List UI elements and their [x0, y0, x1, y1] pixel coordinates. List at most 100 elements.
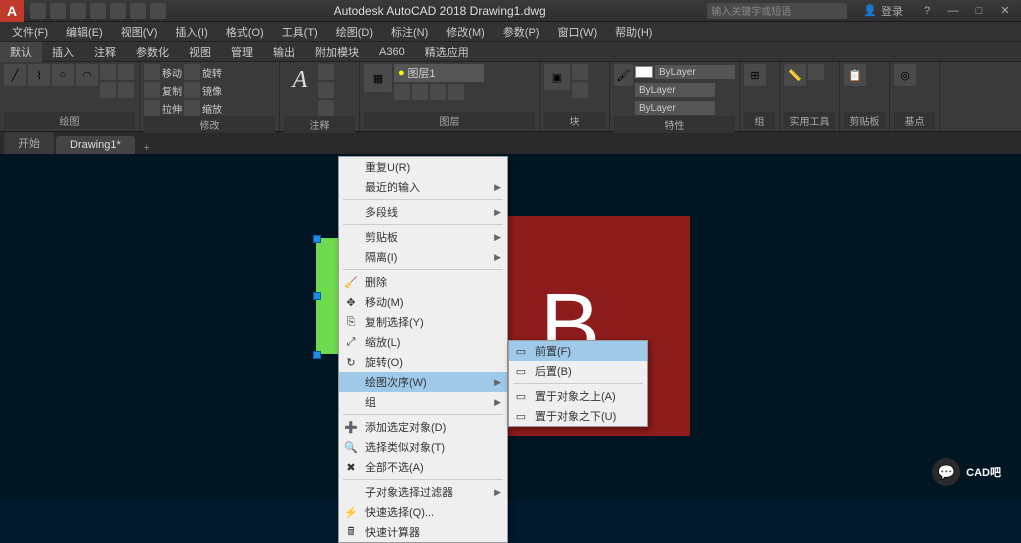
ctx-clipboard[interactable]: 剪贴板▶ — [339, 227, 507, 247]
layer-match-icon[interactable] — [448, 84, 464, 100]
group-icon[interactable]: ⊞ — [744, 64, 766, 86]
layer-freeze-icon[interactable] — [412, 84, 428, 100]
hatch-icon[interactable] — [100, 82, 116, 98]
ctx-quickcalc[interactable]: 🖩快速计算器 — [339, 522, 507, 542]
doc-tab-drawing1[interactable]: Drawing1* — [56, 136, 135, 154]
menu-format[interactable]: 格式(O) — [218, 22, 272, 42]
rotate-icon[interactable] — [184, 64, 200, 80]
menu-parametric[interactable]: 参数(P) — [495, 22, 548, 42]
close-icon[interactable]: ✕ — [993, 3, 1017, 19]
login-area[interactable]: 👤 登录 — [855, 3, 911, 19]
copy-icon[interactable] — [144, 82, 160, 98]
menu-insert[interactable]: 插入(I) — [167, 22, 215, 42]
spline-icon[interactable] — [118, 82, 134, 98]
layer-properties-icon[interactable]: ▦ — [364, 64, 392, 92]
line-icon[interactable]: ╱ — [4, 64, 26, 86]
grip-bl[interactable] — [313, 351, 321, 359]
save-icon[interactable] — [70, 3, 86, 19]
ctx-move[interactable]: ✥移动(M) — [339, 292, 507, 312]
saveas-icon[interactable] — [90, 3, 106, 19]
linetype-dropdown[interactable]: ByLayer — [635, 101, 715, 115]
sub-under[interactable]: ▭置于对象之下(U) — [509, 406, 647, 426]
color-dropdown[interactable]: ByLayer — [655, 65, 735, 79]
ctx-subfilter[interactable]: 子对象选择过滤器▶ — [339, 482, 507, 502]
leader-icon[interactable] — [318, 82, 334, 98]
menu-view[interactable]: 视图(V) — [113, 22, 166, 42]
dimension-icon[interactable] — [318, 64, 334, 80]
measure-icon[interactable]: 📏 — [784, 64, 806, 86]
menu-window[interactable]: 窗口(W) — [549, 22, 605, 42]
paste-icon[interactable]: 📋 — [844, 64, 866, 86]
table-icon[interactable] — [318, 100, 334, 116]
menu-file[interactable]: 文件(F) — [4, 22, 56, 42]
ribbon-tab-annotate[interactable]: 注释 — [84, 42, 126, 62]
move-icon[interactable] — [144, 64, 160, 80]
lineweight-dropdown[interactable]: ByLayer — [635, 83, 715, 97]
sub-back[interactable]: ▭后置(B) — [509, 361, 647, 381]
sub-front[interactable]: ▭前置(F) — [509, 341, 647, 361]
ctx-erase[interactable]: 🧹删除 — [339, 272, 507, 292]
ctx-addsel[interactable]: ➕添加选定对象(D) — [339, 417, 507, 437]
ctx-group[interactable]: 组▶ — [339, 392, 507, 412]
match-props-icon[interactable]: 🖌 — [614, 64, 633, 86]
ctx-copysel[interactable]: ⎘复制选择(Y) — [339, 312, 507, 332]
ellipse-icon[interactable] — [118, 64, 134, 80]
stretch-icon[interactable] — [144, 100, 160, 116]
ribbon-tab-express[interactable]: 精选应用 — [415, 42, 479, 62]
select-icon[interactable] — [808, 64, 824, 80]
ctx-isolate[interactable]: 隔离(I)▶ — [339, 247, 507, 267]
menu-tools[interactable]: 工具(T) — [274, 22, 326, 42]
sub-above[interactable]: ▭置于对象之上(A) — [509, 386, 647, 406]
color-swatch[interactable] — [635, 66, 653, 78]
open-icon[interactable] — [50, 3, 66, 19]
ctx-scale[interactable]: ⤢缩放(L) — [339, 332, 507, 352]
grip-tl[interactable] — [313, 235, 321, 243]
ribbon-tab-insert[interactable]: 插入 — [42, 42, 84, 62]
layer-dropdown[interactable]: ● 图层1 — [394, 64, 484, 82]
menu-modify[interactable]: 修改(M) — [438, 22, 493, 42]
ctx-recent[interactable]: 最近的输入▶ — [339, 177, 507, 197]
layer-lock-icon[interactable] — [430, 84, 446, 100]
ctx-draworder[interactable]: 绘图次序(W)▶ — [339, 372, 507, 392]
ribbon-tab-manage[interactable]: 管理 — [221, 42, 263, 62]
block-create-icon[interactable] — [572, 64, 588, 80]
rect-icon[interactable] — [100, 64, 116, 80]
ribbon-tab-parametric[interactable]: 参数化 — [126, 42, 179, 62]
drawing-canvas[interactable]: B 重复U(R) 最近的输入▶ 多段线▶ 剪贴板▶ 隔离(I)▶ 🧹删除 ✥移动… — [0, 154, 1021, 500]
layer-off-icon[interactable] — [394, 84, 410, 100]
minimize-icon[interactable]: — — [941, 3, 965, 19]
ctx-selsim[interactable]: 🔍选择类似对象(T) — [339, 437, 507, 457]
doc-tab-start[interactable]: 开始 — [4, 132, 54, 154]
search-input[interactable]: 输入关键字或短语 — [707, 3, 847, 19]
scale-icon[interactable] — [184, 100, 200, 116]
polyline-icon[interactable]: ⌇ — [28, 64, 50, 86]
plot-icon[interactable] — [110, 3, 126, 19]
ctx-deselall[interactable]: ✖全部不选(A) — [339, 457, 507, 477]
ribbon-tab-default[interactable]: 默认 — [0, 42, 42, 62]
grip-ml[interactable] — [313, 292, 321, 300]
mirror-icon[interactable] — [184, 82, 200, 98]
ctx-repeat[interactable]: 重复U(R) — [339, 157, 507, 177]
menu-draw[interactable]: 绘图(D) — [328, 22, 381, 42]
base-icon[interactable]: ◎ — [894, 64, 916, 86]
maximize-icon[interactable]: □ — [967, 3, 991, 19]
ctx-rotate[interactable]: ↻旋转(O) — [339, 352, 507, 372]
block-insert-icon[interactable]: ▣ — [544, 64, 570, 90]
app-logo[interactable]: A — [0, 0, 24, 22]
ctx-polyline[interactable]: 多段线▶ — [339, 202, 507, 222]
menu-help[interactable]: 帮助(H) — [607, 22, 660, 42]
ribbon-tab-output[interactable]: 输出 — [263, 42, 305, 62]
menu-edit[interactable]: 编辑(E) — [58, 22, 111, 42]
text-icon[interactable]: A — [284, 64, 316, 96]
ribbon-tab-a360[interactable]: A360 — [369, 44, 415, 60]
ctx-quicksel[interactable]: ⚡快速选择(Q)... — [339, 502, 507, 522]
redo-icon[interactable] — [150, 3, 166, 19]
ribbon-tab-addins[interactable]: 附加模块 — [305, 42, 369, 62]
block-edit-icon[interactable] — [572, 82, 588, 98]
ribbon-tab-view[interactable]: 视图 — [179, 42, 221, 62]
help-icon[interactable]: ? — [915, 3, 939, 19]
doc-tab-add[interactable]: + — [137, 142, 157, 154]
circle-icon[interactable]: ○ — [52, 64, 74, 86]
undo-icon[interactable] — [130, 3, 146, 19]
new-icon[interactable] — [30, 3, 46, 19]
